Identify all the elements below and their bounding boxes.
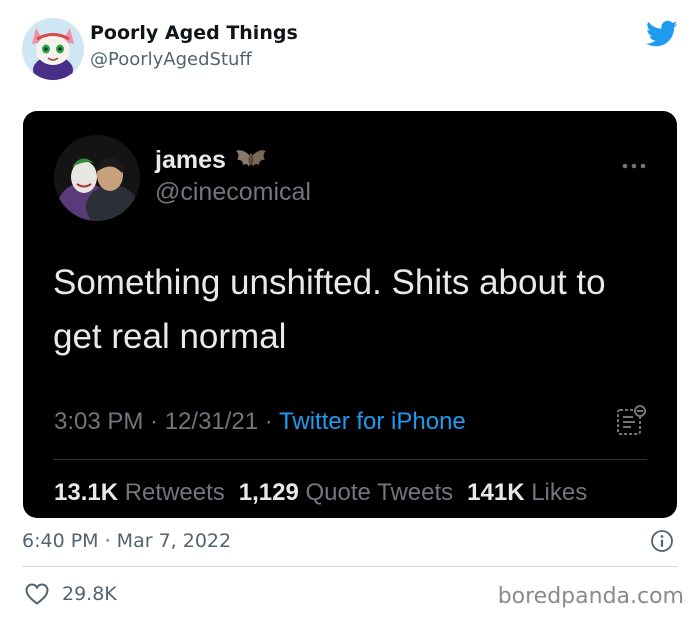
author-handle[interactable]: @PoorlyAgedStuff (90, 49, 252, 70)
bat-icon (234, 145, 268, 175)
embedded-author-handle: @cinecomical (155, 178, 311, 206)
embedded-divider (53, 459, 647, 460)
embedded-quotes-count: 1,129 (238, 479, 299, 506)
embedded-retweets-label: Retweets (124, 479, 225, 506)
embedded-likes-label: Likes (531, 479, 588, 506)
embedded-name-row: james (155, 145, 268, 175)
embedded-author-avatar (54, 135, 140, 221)
embedded-quotes-label: Quote Tweets (305, 479, 454, 506)
like-action[interactable]: 29.8K (24, 582, 117, 606)
tweet-timestamp[interactable]: 6:40 PM · Mar 7, 2022 (22, 530, 231, 552)
embedded-tweet-image[interactable]: james @cinecomical Something unshifted. … (23, 111, 677, 518)
embedded-time: 3:03 PM · 12/31/21 · (54, 408, 280, 435)
tweet-header: Poorly Aged Things @PoorlyAgedStuff (22, 18, 678, 80)
embedded-author-name: james (155, 145, 226, 174)
footer-divider (22, 566, 678, 567)
embedded-tweet-text: Something unshifted. Shits about to get … (53, 263, 606, 356)
author-avatar[interactable] (22, 18, 84, 80)
watermark: boredpanda.com (497, 584, 684, 609)
embedded-tweet-meta: 3:03 PM · 12/31/21 · Twitter for iPhone (54, 408, 466, 436)
embedded-source: Twitter for iPhone (279, 408, 466, 435)
more-icon (621, 155, 647, 169)
info-icon[interactable] (650, 529, 674, 553)
heart-icon[interactable] (24, 582, 50, 606)
twitter-bird-icon[interactable] (646, 20, 678, 48)
embedded-likes-count: 141K (467, 479, 525, 506)
embedded-retweets-count: 13.1K (54, 479, 119, 506)
notes-icon (615, 404, 647, 438)
embedded-stats: 13.1K Retweets 1,129 Quote Tweets 141K Lik… (54, 479, 587, 507)
like-count: 29.8K (62, 583, 117, 605)
author-name[interactable]: Poorly Aged Things (90, 22, 298, 44)
